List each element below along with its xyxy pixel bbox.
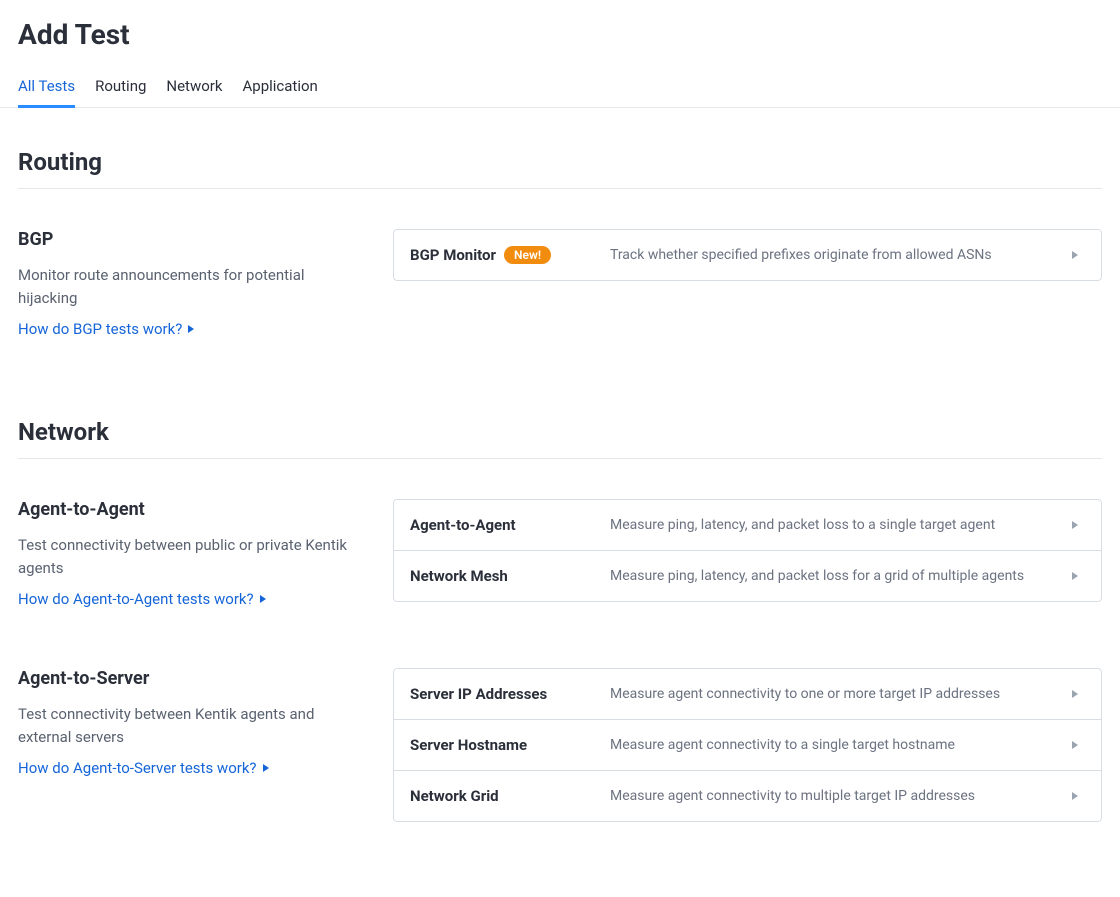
link-a2s-how-label: How do Agent-to-Server tests work? [18,759,257,777]
group-title-a2s: Agent-to-Server [18,668,363,689]
test-card-server-ip-addresses[interactable]: Server IP Addresses Measure agent connec… [393,668,1102,720]
chevron-right-icon [1065,521,1085,529]
tab-routing[interactable]: Routing [95,71,146,108]
caret-right-icon [260,595,266,603]
group-desc-bgp: Monitor route announcements for potentia… [18,264,363,309]
group-bgp: BGP Monitor route announcements for pote… [18,229,1102,338]
chevron-right-icon [1065,792,1085,800]
group-title-bgp: BGP [18,229,363,250]
tab-network[interactable]: Network [166,71,222,108]
test-name: Server Hostname [410,736,527,754]
link-a2a-how[interactable]: How do Agent-to-Agent tests work? [18,590,266,608]
test-card-agent-to-agent[interactable]: Agent-to-Agent Measure ping, latency, an… [393,499,1102,551]
section-network: Network Agent-to-Agent Test connectivity… [18,418,1102,822]
test-name: Server IP Addresses [410,685,547,703]
section-title-network: Network [18,418,1102,459]
test-desc: Track whether specified prefixes origina… [610,247,1065,263]
group-title-a2a: Agent-to-Agent [18,499,363,520]
test-card-server-hostname[interactable]: Server Hostname Measure agent connectivi… [393,720,1102,771]
chevron-right-icon [1065,690,1085,698]
caret-right-icon [263,764,269,772]
tab-application[interactable]: Application [242,71,317,108]
test-name: Network Grid [410,787,499,805]
test-card-network-mesh[interactable]: Network Mesh Measure ping, latency, and … [393,551,1102,602]
section-routing: Routing BGP Monitor route announcements … [18,148,1102,338]
caret-right-icon [188,325,194,333]
tabs: All Tests Routing Network Application [0,71,1120,108]
group-agent-to-server: Agent-to-Server Test connectivity betwee… [18,668,1102,822]
test-desc: Measure agent connectivity to a single t… [610,737,1065,753]
tab-all-tests[interactable]: All Tests [18,71,75,108]
badge-new: New! [504,246,551,264]
group-agent-to-agent: Agent-to-Agent Test connectivity between… [18,499,1102,608]
chevron-right-icon [1065,741,1085,749]
test-name: BGP Monitor [410,246,496,264]
test-desc: Measure ping, latency, and packet loss t… [610,517,1065,533]
chevron-right-icon [1065,251,1085,259]
chevron-right-icon [1065,572,1085,580]
test-desc: Measure ping, latency, and packet loss f… [610,568,1065,584]
test-name: Agent-to-Agent [410,516,516,534]
test-card-bgp-monitor[interactable]: BGP Monitor New! Track whether specified… [393,229,1102,281]
test-desc: Measure agent connectivity to one or mor… [610,686,1065,702]
group-desc-a2s: Test connectivity between Kentik agents … [18,703,363,748]
section-title-routing: Routing [18,148,1102,189]
page-title: Add Test [18,18,1102,51]
link-bgp-how[interactable]: How do BGP tests work? [18,320,194,338]
link-a2a-how-label: How do Agent-to-Agent tests work? [18,590,254,608]
group-desc-a2a: Test connectivity between public or priv… [18,534,363,579]
test-card-network-grid[interactable]: Network Grid Measure agent connectivity … [393,771,1102,822]
test-name: Network Mesh [410,567,508,585]
link-bgp-how-label: How do BGP tests work? [18,320,182,338]
test-desc: Measure agent connectivity to multiple t… [610,788,1065,804]
link-a2s-how[interactable]: How do Agent-to-Server tests work? [18,759,269,777]
